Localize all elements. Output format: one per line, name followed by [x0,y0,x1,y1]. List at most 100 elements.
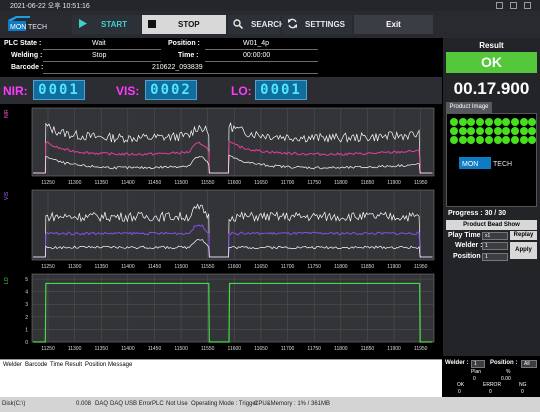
disk-value: 0.008 [76,401,92,407]
log-col-message[interactable]: Message [108,362,132,368]
exit-button[interactable]: Exit [354,15,433,34]
vis-label: VIS: [116,84,140,98]
y-axis-label: VIS [4,191,10,200]
plan-label: Plan [471,369,482,375]
vis-counter: 0002 [145,80,197,100]
ng-label: NG [519,382,527,388]
lo-label: LO: [231,84,252,98]
tab-product-image[interactable]: Product Image [446,102,492,113]
ok-value: 0 [458,389,461,395]
bead-indicator [502,136,511,144]
company-logo: MON TECH [4,14,68,36]
x-tick-label: 11350 [94,346,108,352]
start-button[interactable]: START [72,15,141,34]
bead-indicator [510,127,519,135]
plot-area [31,189,435,261]
minimize-icon[interactable] [496,2,503,9]
search-button[interactable]: SEARCH [228,15,285,34]
stop-button[interactable]: STOP [142,15,226,34]
svg-text:MON: MON [462,161,478,168]
bead-indicator [493,136,502,144]
bead-indicator [519,118,528,126]
y-tick-label: 3 [25,302,28,308]
bead-indicator [510,118,519,126]
barcode-label: Barcode : [11,64,44,71]
y-axis-label: LO [4,277,10,284]
y-tick-label: 0 [25,340,28,346]
percent-label: % [506,369,511,375]
percent-value: 0.00 [501,376,511,382]
bead-indicator [467,127,476,135]
plc-state-label: PLC State : [4,40,42,47]
ng-value: 0 [521,389,524,395]
ok-label: OK [457,382,465,388]
x-tick-label: 11850 [361,346,375,352]
x-tick-label: 11250 [41,346,55,352]
bead-indicator [450,136,458,144]
daq-label: DAQ [95,401,109,407]
bead-indicator [476,118,485,126]
bead-indicator [484,118,493,126]
stats-panel: Welder : 1 Position : All Plan % 0 0.00 … [443,357,540,397]
logo-text-b: TECH [28,24,47,31]
x-tick-label: 11700 [281,346,295,352]
divider [43,73,318,74]
bead-indicator [528,127,537,135]
title-bar: 2021-06-22 오후 10:51:16 [0,0,540,11]
divider [43,49,161,50]
bead-indicator [467,136,476,144]
x-tick-label: 11750 [307,346,321,352]
log-col-welder[interactable]: Welder [3,362,22,368]
divider [43,61,161,62]
log-table[interactable]: Welder Barcode Time Result Position Mess… [0,359,442,397]
time-label: Time : [178,52,199,59]
position-label: Position : [168,40,200,47]
plot-area [31,273,435,343]
bead-indicator [450,127,458,135]
time-value: 00:00:00 [243,52,271,59]
replay-button[interactable]: Replay [510,231,537,240]
settings-button[interactable]: SETTINGS [282,15,352,34]
x-tick-label: 11400 [121,346,135,352]
plc-status: Not Use [166,401,188,407]
error-label: ERROR [483,382,502,388]
result-title: Result [479,41,504,50]
log-col-time[interactable]: Time [50,362,63,368]
close-icon[interactable] [524,2,531,9]
search-icon [233,18,244,31]
y-tick-label: 5 [25,277,28,283]
x-tick-label: 11600 [228,346,242,352]
stats-position-select[interactable]: All [521,360,537,368]
bead-indicator [493,118,502,126]
barcode-value: 210622_093839 [152,64,203,71]
bead-indicator [484,127,493,135]
x-tick-label: 11450 [148,346,162,352]
product-bead-show-button[interactable]: Product Bead Show [446,220,537,230]
log-col-result[interactable]: Result [65,362,82,368]
bead-indicator [510,136,519,144]
welding-label: Welding : [11,52,43,59]
position-value: W01_4p [243,40,270,47]
y-tick-label: 4 [25,290,28,296]
daq-status: DAQ USB Error [110,401,153,407]
play-time-select[interactable]: x1 [482,232,508,240]
welder-label: Welder : [455,242,483,249]
bead-indicator [484,136,493,144]
svg-text:TECH: TECH [493,161,512,168]
stop-icon [148,19,156,30]
stats-welder-select[interactable]: 1 [471,360,485,368]
welder-select[interactable]: 1 [482,242,508,250]
product-logo: MON TECH [459,157,512,169]
status-bar: Disk(C:\) 0.008 DAQ DAQ USB Error PLC No… [0,397,540,412]
apply-button[interactable]: Apply [510,242,537,259]
position-select[interactable]: 1 [482,253,508,261]
bead-indicator [519,136,528,144]
log-col-barcode[interactable]: Barcode [25,362,47,368]
stats-position-label: Position : [490,360,518,366]
bead-indicator [476,127,485,135]
log-col-position[interactable]: Position [85,362,106,368]
bead-indicator [502,127,511,135]
y-tick-label: 1 [25,327,28,333]
plc-label: PLC [152,401,164,407]
maximize-icon[interactable] [510,2,517,9]
